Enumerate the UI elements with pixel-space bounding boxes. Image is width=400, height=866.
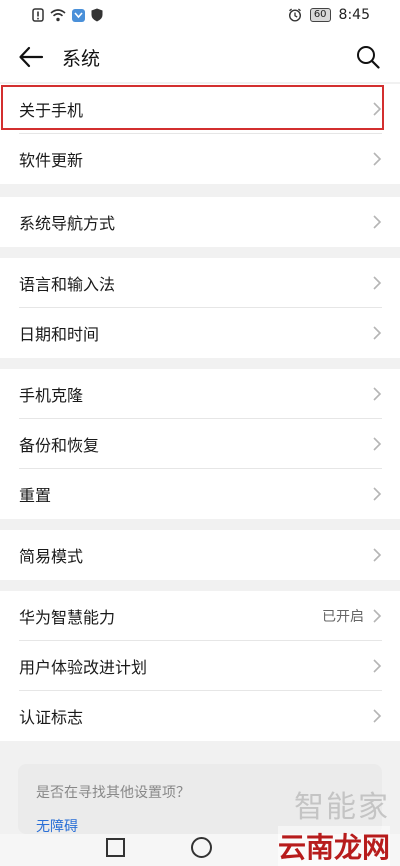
recents-button[interactable] <box>106 838 125 857</box>
chevron-right-icon <box>373 548 382 562</box>
battery-indicator: 60 <box>309 8 331 22</box>
settings-item-date-time[interactable]: 日期和时间 <box>0 308 400 358</box>
settings-item-label: 备份和恢复 <box>19 436 100 455</box>
settings-item-user-experience[interactable]: 用户体验改进计划 <box>0 641 400 691</box>
alert-icon <box>32 8 44 22</box>
chevron-right-icon <box>373 326 382 340</box>
chevron-right-icon <box>373 276 382 290</box>
settings-item-huawei-ai[interactable]: 华为智慧能力 已开启 <box>0 591 400 641</box>
chevron-right-icon <box>373 659 382 673</box>
chevron-right-icon <box>373 387 382 401</box>
alarm-icon <box>288 8 301 22</box>
status-left-icons <box>32 8 103 22</box>
chevron-right-icon <box>373 709 382 723</box>
settings-item-about-phone[interactable]: 关于手机 <box>0 84 400 134</box>
settings-item-label: 关于手机 <box>19 101 84 120</box>
suggestion-link[interactable]: 无障碍 <box>36 816 78 836</box>
settings-item-label: 简易模式 <box>19 547 84 566</box>
settings-group-2: 系统导航方式 <box>0 197 400 247</box>
settings-item-label: 软件更新 <box>19 151 84 170</box>
settings-item-label: 华为智慧能力 <box>19 608 116 627</box>
settings-item-navigation[interactable]: 系统导航方式 <box>0 197 400 247</box>
chevron-right-icon <box>373 102 382 116</box>
settings-group-3: 语言和输入法 日期和时间 <box>0 258 400 358</box>
settings-item-label: 认证标志 <box>19 708 84 727</box>
watermark-bottom: 云南龙网 <box>277 826 390 866</box>
settings-group-5: 简易模式 <box>0 530 400 580</box>
settings-item-reset[interactable]: 重置 <box>0 469 400 519</box>
shield-icon <box>91 8 103 22</box>
wifi-icon <box>50 8 66 21</box>
chevron-right-icon <box>373 609 382 623</box>
settings-group-6: 华为智慧能力 已开启 用户体验改进计划 认证标志 <box>0 591 400 741</box>
chevron-right-icon <box>373 152 382 166</box>
watermark-top: 智能家 <box>294 790 390 825</box>
settings-item-certification[interactable]: 认证标志 <box>0 691 400 741</box>
settings-group-1: 关于手机 软件更新 <box>0 84 400 184</box>
top-bar: 系统 <box>0 32 400 82</box>
chevron-right-icon <box>373 437 382 451</box>
status-right: 60 8:45 <box>288 7 370 23</box>
settings-item-label: 系统导航方式 <box>19 214 116 233</box>
home-button[interactable] <box>191 837 212 858</box>
settings-item-label: 日期和时间 <box>19 325 100 344</box>
settings-item-label: 手机克隆 <box>19 386 84 405</box>
settings-item-label: 语言和输入法 <box>19 275 116 294</box>
settings-item-value: 已开启 <box>322 609 364 625</box>
status-bar: 60 8:45 <box>0 0 400 32</box>
back-arrow-icon[interactable] <box>18 44 44 70</box>
suggestion-question: 是否在寻找其他设置项？ <box>36 785 190 801</box>
settings-item-language-input[interactable]: 语言和输入法 <box>0 258 400 308</box>
app-icon <box>72 8 85 22</box>
watermark: 智能家 云南龙网 <box>277 782 390 866</box>
status-time: 8:45 <box>338 7 370 23</box>
chevron-right-icon <box>373 215 382 229</box>
settings-item-backup-restore[interactable]: 备份和恢复 <box>0 419 400 469</box>
settings-item-phone-clone[interactable]: 手机克隆 <box>0 369 400 419</box>
settings-group-4: 手机克隆 备份和恢复 重置 <box>0 369 400 519</box>
settings-item-label: 重置 <box>19 486 52 505</box>
chevron-right-icon <box>373 487 382 501</box>
search-icon[interactable] <box>356 45 380 69</box>
page-title: 系统 <box>62 48 101 70</box>
settings-item-software-update[interactable]: 软件更新 <box>0 134 400 184</box>
settings-item-simple-mode[interactable]: 简易模式 <box>0 530 400 580</box>
settings-item-label: 用户体验改进计划 <box>19 658 148 677</box>
